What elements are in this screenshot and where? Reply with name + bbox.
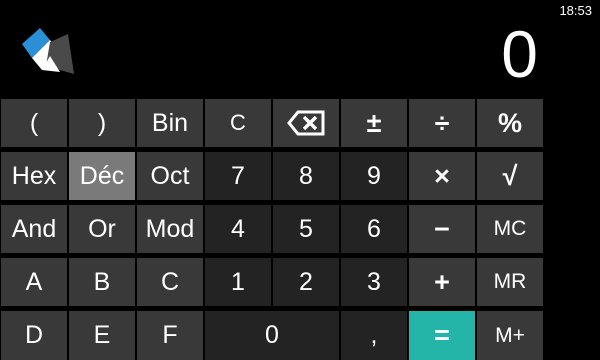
calculator-screen: 18:53 0 ( ) Bin C ± ÷ % Hex Déc Oct 7 8 … <box>0 0 600 360</box>
digit-3-button[interactable]: 3 <box>341 258 407 306</box>
digit-7-button[interactable]: 7 <box>205 152 271 200</box>
divide-button[interactable]: ÷ <box>409 99 475 147</box>
digit-0-button[interactable]: 0 <box>205 311 339 360</box>
hex-a-button[interactable]: A <box>1 258 67 306</box>
result-display: 0 <box>501 17 538 91</box>
memory-recall-button[interactable]: MR <box>477 258 543 306</box>
mod-button[interactable]: Mod <box>137 205 203 253</box>
or-button[interactable]: Or <box>69 205 135 253</box>
hex-c-button[interactable]: C <box>137 258 203 306</box>
dec-mode-button[interactable]: Déc <box>69 152 135 200</box>
hex-e-button[interactable]: E <box>69 311 135 360</box>
digit-5-button[interactable]: 5 <box>273 205 339 253</box>
digit-1-button[interactable]: 1 <box>205 258 271 306</box>
square-root-button[interactable]: √ <box>477 152 543 200</box>
plus-minus-button[interactable]: ± <box>341 99 407 147</box>
hex-d-button[interactable]: D <box>1 311 67 360</box>
status-clock: 18:53 <box>559 3 592 18</box>
windows-logo-icon <box>20 26 76 78</box>
backspace-icon <box>287 110 325 136</box>
oct-mode-button[interactable]: Oct <box>137 152 203 200</box>
plus-button[interactable]: + <box>409 258 475 306</box>
keypad: ( ) Bin C ± ÷ % Hex Déc Oct 7 8 9 × √ An… <box>1 99 599 360</box>
hex-b-button[interactable]: B <box>69 258 135 306</box>
hex-mode-button[interactable]: Hex <box>1 152 67 200</box>
digit-6-button[interactable]: 6 <box>341 205 407 253</box>
digit-4-button[interactable]: 4 <box>205 205 271 253</box>
equals-button[interactable]: = <box>409 311 475 360</box>
digit-2-button[interactable]: 2 <box>273 258 339 306</box>
open-paren-button[interactable]: ( <box>1 99 67 147</box>
backspace-button[interactable] <box>273 99 339 147</box>
comma-button[interactable]: , <box>341 311 407 360</box>
hex-f-button[interactable]: F <box>137 311 203 360</box>
bin-button[interactable]: Bin <box>137 99 203 147</box>
clear-button[interactable]: C <box>205 99 271 147</box>
digit-9-button[interactable]: 9 <box>341 152 407 200</box>
memory-clear-button[interactable]: MC <box>477 205 543 253</box>
minus-button[interactable]: − <box>409 205 475 253</box>
and-button[interactable]: And <box>1 205 67 253</box>
percent-button[interactable]: % <box>477 99 543 147</box>
close-paren-button[interactable]: ) <box>69 99 135 147</box>
multiply-button[interactable]: × <box>409 152 475 200</box>
memory-add-button[interactable]: M+ <box>477 311 543 360</box>
digit-8-button[interactable]: 8 <box>273 152 339 200</box>
